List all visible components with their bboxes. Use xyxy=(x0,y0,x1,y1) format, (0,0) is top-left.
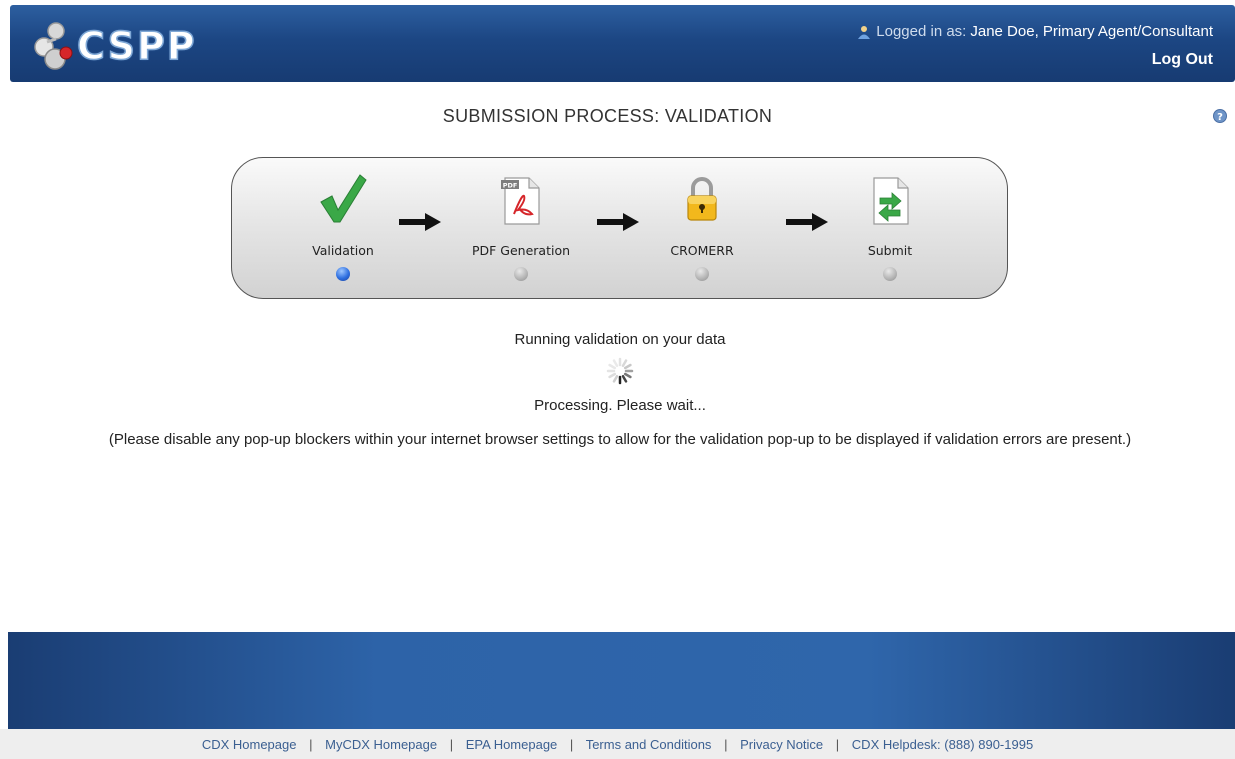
help-icon[interactable]: ? xyxy=(1213,109,1227,123)
step-submit: Submit xyxy=(825,158,955,300)
step-label: Validation xyxy=(312,243,374,258)
step-indicator-active xyxy=(336,267,350,281)
flask-logo-icon xyxy=(34,22,73,70)
step-pdf-generation: PDF PDF Generation xyxy=(456,158,586,300)
svg-text:PDF: PDF xyxy=(503,182,518,190)
processing-message: Processing. Please wait... xyxy=(534,397,706,414)
submission-steps-panel: Validation PDF PDF Generation CROMERR Su… xyxy=(231,157,1008,299)
checkmark-icon xyxy=(320,174,367,223)
arrow-right-icon xyxy=(597,213,639,231)
user-name: Jane Doe, Primary Agent/Consultant xyxy=(970,23,1213,40)
footer-banner xyxy=(8,632,1235,729)
step-indicator xyxy=(883,267,897,281)
loading-spinner-icon xyxy=(606,357,634,385)
arrow-right-icon xyxy=(399,213,441,231)
step-label: CROMERR xyxy=(670,243,734,258)
privacy-notice-link[interactable]: Privacy Notice xyxy=(740,737,823,752)
arrow-right-icon xyxy=(786,213,828,231)
validation-status-text: Running validation on your data xyxy=(514,331,726,348)
epa-homepage-link[interactable]: EPA Homepage xyxy=(466,737,558,752)
step-indicator xyxy=(695,267,709,281)
footer-separator: | xyxy=(835,737,840,752)
footer-links: CDX Homepage | MyCDX Homepage | EPA Home… xyxy=(0,729,1235,759)
svg-text:?: ? xyxy=(1217,112,1223,123)
user-icon xyxy=(858,25,871,39)
padlock-icon xyxy=(687,177,717,221)
header-bar: CSPP Logged in as: Jane Doe, Primary Age… xyxy=(10,5,1235,82)
mycdx-homepage-link[interactable]: MyCDX Homepage xyxy=(325,737,437,752)
logout-link[interactable]: Log Out xyxy=(1152,51,1213,69)
submit-document-icon xyxy=(873,177,909,225)
cdx-helpdesk-link[interactable]: CDX Helpdesk: (888) 890-1995 xyxy=(852,737,1033,752)
step-cromerr: CROMERR xyxy=(637,158,767,300)
cdx-homepage-link[interactable]: CDX Homepage xyxy=(202,737,297,752)
step-label: PDF Generation xyxy=(471,243,571,258)
terms-and-conditions-link[interactable]: Terms and Conditions xyxy=(586,737,712,752)
logo-text: CSPP xyxy=(76,23,197,69)
footer-separator: | xyxy=(309,737,313,752)
footer-separator: | xyxy=(449,737,454,752)
logged-in-label: Logged in as: xyxy=(876,23,967,40)
page-title: SUBMISSION PROCESS: VALIDATION xyxy=(442,106,773,126)
step-label: Submit xyxy=(867,243,913,258)
pdf-document-icon: PDF xyxy=(501,177,540,225)
logged-in-info: Logged in as: Jane Doe, Primary Agent/Co… xyxy=(857,23,1213,40)
footer-separator: | xyxy=(569,737,574,752)
step-validation: Validation xyxy=(278,158,408,300)
cspp-logo[interactable]: CSPP xyxy=(31,19,197,71)
footer-separator: | xyxy=(724,737,728,752)
popup-blocker-note: (Please disable any pop-up blockers with… xyxy=(108,431,1132,448)
step-indicator xyxy=(514,267,528,281)
